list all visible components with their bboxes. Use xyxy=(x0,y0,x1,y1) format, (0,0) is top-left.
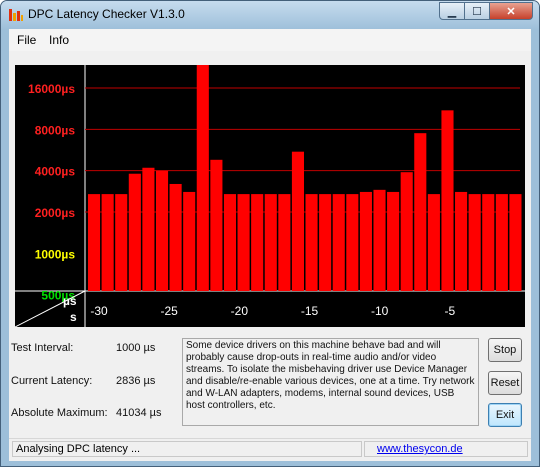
bar xyxy=(88,194,101,291)
y-tick-label: 1000µs xyxy=(35,247,76,261)
bar xyxy=(251,194,264,291)
bar xyxy=(115,194,128,291)
x-unit-label: s xyxy=(70,310,77,324)
menu-file[interactable]: File xyxy=(17,33,36,47)
x-tick-label: -10 xyxy=(371,304,389,318)
menu-bar: File Info xyxy=(9,29,531,51)
reset-button[interactable]: Reset xyxy=(488,371,522,395)
client-area: File Info 16000µs 8000µs 4000µs 2000µs 1000µ… xyxy=(9,29,531,461)
test-interval-label: Test Interval: xyxy=(11,342,74,354)
status-bar: Analysing DPC latency ... www.thesycon.d… xyxy=(9,438,531,461)
y-tick-label: 2000µs xyxy=(35,206,76,220)
bar xyxy=(332,194,345,291)
stop-button[interactable]: Stop xyxy=(488,338,522,362)
bar xyxy=(319,194,332,291)
y-tick-label: 8000µs xyxy=(35,123,76,137)
menu-info[interactable]: Info xyxy=(49,33,69,47)
minimize-button[interactable]: ▁ xyxy=(439,2,465,20)
bar xyxy=(346,194,359,291)
x-tick-label: -15 xyxy=(301,304,319,318)
bar xyxy=(155,170,169,291)
x-tick-label: -30 xyxy=(90,304,108,318)
bar xyxy=(237,194,250,291)
absolute-maximum-label: Absolute Maximum: xyxy=(11,407,108,419)
bar xyxy=(482,194,495,291)
status-text: Analysing DPC latency ... xyxy=(12,441,362,457)
bar xyxy=(101,194,114,291)
app-icon xyxy=(9,9,23,21)
y-unit-label: µs xyxy=(63,294,77,308)
exit-button[interactable]: Exit xyxy=(488,403,522,427)
bar xyxy=(278,194,291,291)
bar xyxy=(373,189,386,291)
absolute-maximum-value: 41034 µs xyxy=(116,407,162,419)
bar xyxy=(210,159,223,291)
bar xyxy=(128,173,141,291)
status-link-panel: www.thesycon.de xyxy=(364,441,528,457)
maximize-button[interactable]: ☐ xyxy=(464,2,490,20)
current-latency-value: 2836 µs xyxy=(116,375,156,387)
close-button[interactable]: ✕ xyxy=(489,2,533,20)
current-latency-label: Current Latency: xyxy=(11,375,93,387)
bar xyxy=(509,194,522,291)
x-tick-label: -25 xyxy=(161,304,179,318)
bar xyxy=(291,151,304,291)
bar xyxy=(414,133,427,291)
app-window: DPC Latency Checker V1.3.0 ▁ ☐ ✕ File In… xyxy=(0,0,540,467)
bar xyxy=(264,194,277,291)
latency-chart: 16000µs 8000µs 4000µs 2000µs 1000µs 500µs -30-… xyxy=(14,65,525,328)
x-tick-label: -20 xyxy=(231,304,249,318)
bar xyxy=(359,191,372,291)
bar xyxy=(223,194,237,291)
window-title: DPC Latency Checker V1.3.0 xyxy=(28,7,185,21)
bar xyxy=(142,167,155,291)
y-tick-label: 4000µs xyxy=(35,165,76,179)
bar xyxy=(427,194,440,291)
y-tick-label: 16000µs xyxy=(28,82,75,96)
bar xyxy=(495,194,508,291)
website-link[interactable]: www.thesycon.de xyxy=(377,443,463,455)
bar xyxy=(468,194,481,291)
bar xyxy=(305,194,318,291)
bar xyxy=(455,191,468,291)
bar xyxy=(183,191,196,291)
bar xyxy=(169,183,182,291)
x-tick-label: -5 xyxy=(445,304,456,318)
bar xyxy=(196,65,209,291)
latency-chart-svg: 16000µs8000µs4000µs2000µs1000µs500µs-30-… xyxy=(14,65,525,328)
title-bar[interactable]: DPC Latency Checker V1.3.0 ▁ ☐ ✕ xyxy=(1,1,539,29)
message-text: Some device drivers on this machine beha… xyxy=(182,338,479,426)
bar xyxy=(387,191,400,291)
test-interval-value: 1000 µs xyxy=(116,342,156,354)
bar xyxy=(441,110,454,291)
bar xyxy=(400,172,413,291)
